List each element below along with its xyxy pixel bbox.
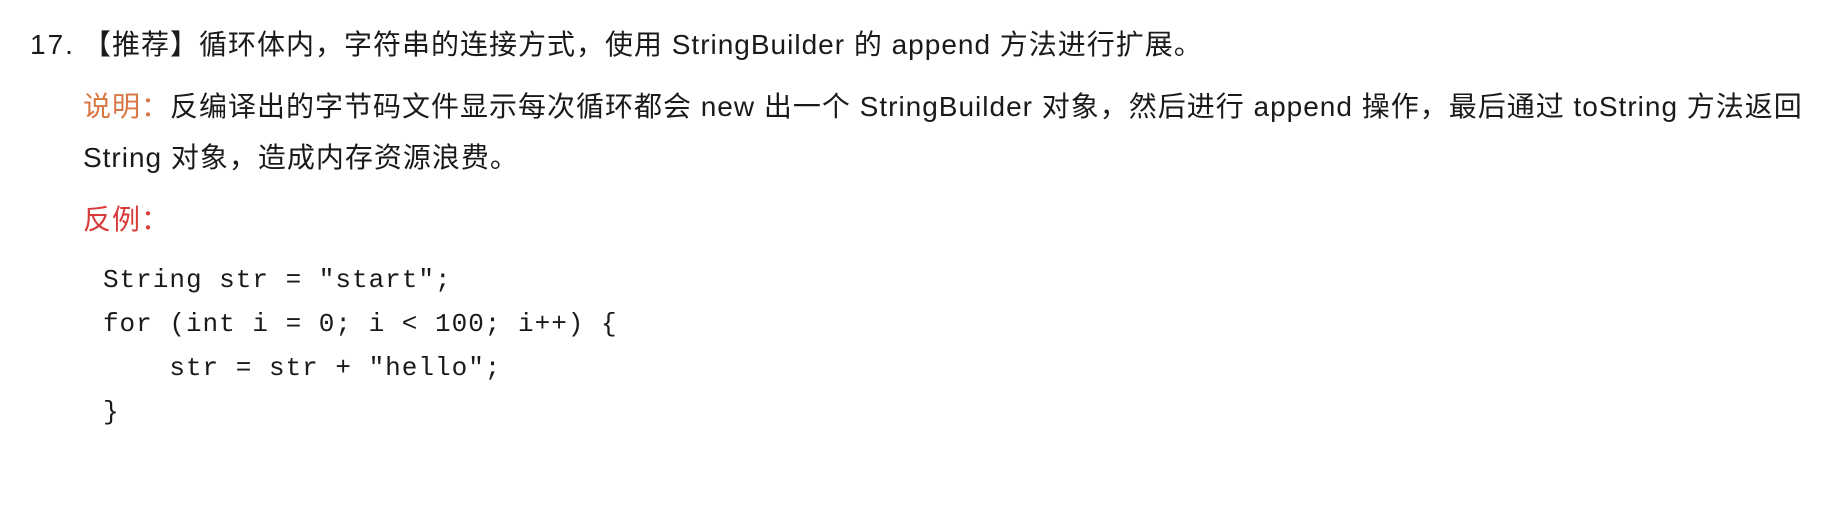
rule-number: 17.	[30, 20, 75, 70]
rule-explanation: 说明：反编译出的字节码文件显示每次循环都会 new 出一个 StringBuil…	[83, 82, 1804, 183]
rule-tag: 【推荐】	[83, 29, 199, 60]
rule-item: 17. 【推荐】循环体内，字符串的连接方式，使用 StringBuilder 的…	[30, 20, 1804, 434]
rule-content: 【推荐】循环体内，字符串的连接方式，使用 StringBuilder 的 app…	[83, 20, 1804, 434]
explanation-text: 反编译出的字节码文件显示每次循环都会 new 出一个 StringBuilder…	[83, 91, 1803, 172]
counter-example-label: 反例：	[83, 204, 170, 235]
rule-title: 【推荐】循环体内，字符串的连接方式，使用 StringBuilder 的 app…	[83, 20, 1804, 70]
rule-title-text: 循环体内，字符串的连接方式，使用 StringBuilder 的 append …	[199, 29, 1203, 60]
counter-example-label-row: 反例：	[83, 195, 1804, 245]
code-block: String str = "start"; for (int i = 0; i …	[83, 258, 1804, 435]
explanation-label: 说明：	[83, 91, 170, 122]
